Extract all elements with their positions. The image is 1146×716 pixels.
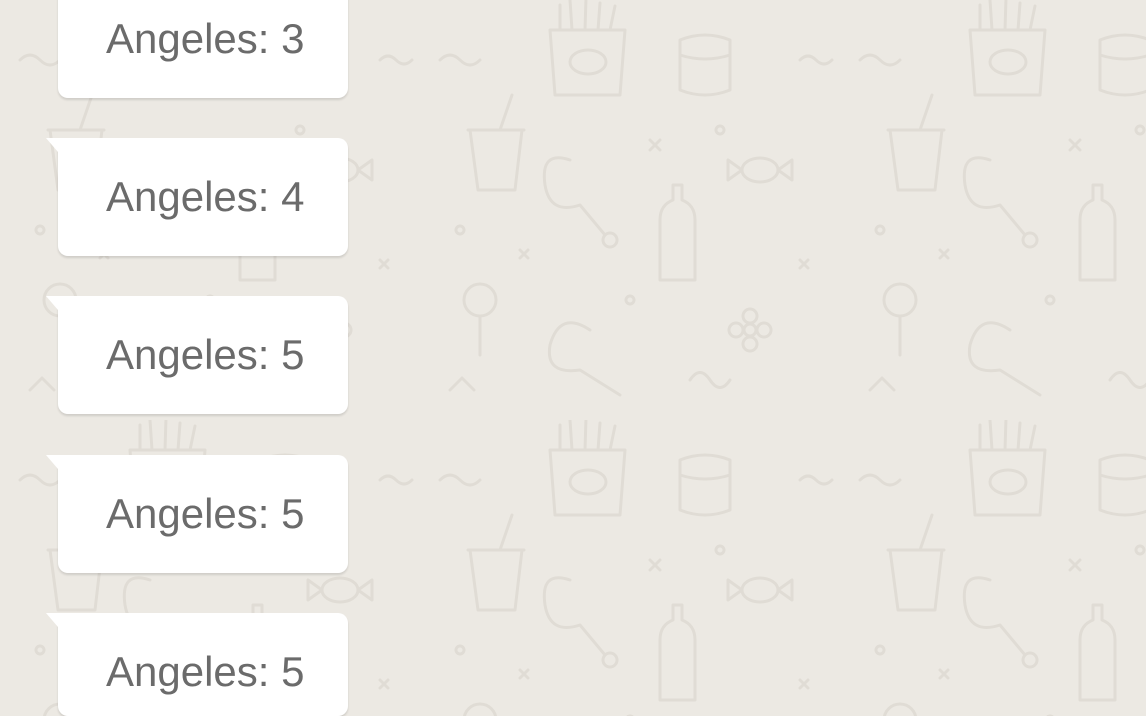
bubble-tail [46,455,58,469]
message-text: Angeles: 4 [106,173,305,220]
message-bubble[interactable]: Angeles: 4 [46,138,348,256]
bubble-tail [46,296,58,310]
message-text: Angeles: 3 [106,15,305,62]
message-list: Angeles: 3 Angeles: 4 Angeles: 5 Angeles… [0,0,1146,716]
message-bubble[interactable]: Angeles: 3 [58,0,348,98]
message-bubble[interactable]: Angeles: 5 [46,455,348,573]
message-text: Angeles: 5 [106,648,305,695]
bubble-tail [46,613,58,627]
message-text: Angeles: 5 [106,331,305,378]
message-text: Angeles: 5 [106,490,305,537]
message-bubble[interactable]: Angeles: 5 [46,296,348,414]
message-bubble[interactable]: Angeles: 5 [46,613,348,716]
bubble-tail [46,138,58,152]
